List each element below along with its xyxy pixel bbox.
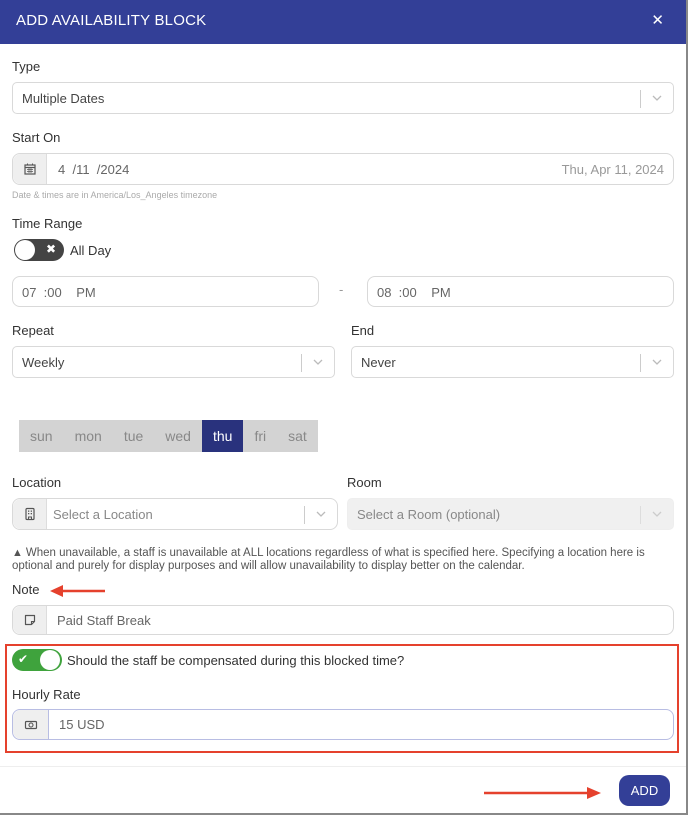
- note-icon: [13, 606, 47, 634]
- type-value: Multiple Dates: [22, 91, 105, 106]
- day-fri[interactable]: fri: [243, 420, 277, 452]
- day-sat[interactable]: sat: [277, 420, 318, 452]
- money-icon: [13, 710, 49, 739]
- select-separator: [640, 354, 641, 372]
- location-placeholder: Select a Location: [53, 507, 153, 522]
- compensated-label: Should the staff be compensated during t…: [67, 653, 405, 668]
- hourly-rate-input[interactable]: 15 USD: [12, 709, 674, 740]
- note-label: Note: [12, 582, 40, 597]
- room-label: Room: [347, 475, 382, 490]
- modal-title: ADD AVAILABILITY BLOCK: [16, 12, 207, 29]
- end-label: End: [351, 323, 375, 338]
- room-select[interactable]: Select a Room (optional): [347, 498, 674, 530]
- time-separator: -: [339, 282, 344, 297]
- close-icon[interactable]: ✕: [651, 11, 664, 29]
- chevron-down-icon[interactable]: [650, 355, 664, 369]
- start-time-value: 07 :00 PM: [22, 285, 96, 300]
- annotation-arrow-add: [484, 787, 601, 799]
- start-on-label: Start On: [12, 130, 61, 145]
- warning-text: When unavailable, a staff is unavailable…: [12, 547, 645, 572]
- type-select[interactable]: Multiple Dates: [12, 82, 674, 114]
- select-separator: [304, 506, 305, 524]
- day-mon[interactable]: mon: [64, 420, 113, 452]
- start-date-value: 4 /11 /2024: [58, 162, 130, 177]
- chevron-down-icon[interactable]: [650, 507, 664, 521]
- start-date-formatted: Thu, Apr 11, 2024: [561, 162, 664, 177]
- location-label: Location: [12, 475, 62, 490]
- note-input[interactable]: Paid Staff Break: [12, 605, 674, 635]
- day-thu[interactable]: thu: [201, 420, 244, 452]
- select-separator: [640, 90, 641, 108]
- all-day-toggle[interactable]: ✖: [14, 239, 64, 261]
- annotation-arrow-note: [50, 585, 105, 597]
- chevron-down-icon[interactable]: [311, 355, 325, 369]
- start-time-input[interactable]: 07 :00 PM: [12, 276, 319, 307]
- modal-header: ADD AVAILABILITY BLOCK ✕: [0, 0, 686, 44]
- hourly-rate-value: 15 USD: [59, 717, 105, 732]
- location-warning: ▲ When unavailable, a staff is unavailabl…: [12, 547, 672, 573]
- end-value: Never: [361, 355, 396, 370]
- compensated-toggle[interactable]: ✔: [12, 649, 62, 671]
- toggle-knob: [40, 650, 60, 670]
- repeat-select[interactable]: Weekly: [12, 346, 335, 378]
- select-separator: [301, 354, 302, 372]
- time-range-label: Time Range: [12, 216, 83, 231]
- day-wed[interactable]: wed: [154, 420, 202, 452]
- note-value: Paid Staff Break: [57, 613, 151, 628]
- location-select[interactable]: Select a Location: [12, 498, 338, 530]
- check-icon: ✔: [18, 652, 29, 666]
- day-tue[interactable]: tue: [113, 420, 154, 452]
- all-day-label: All Day: [70, 243, 112, 258]
- select-separator: [640, 506, 641, 524]
- day-sun[interactable]: sun: [19, 420, 64, 452]
- repeat-label: Repeat: [12, 323, 54, 338]
- room-placeholder: Select a Room (optional): [357, 507, 501, 522]
- end-time-input[interactable]: 08 :00 PM: [367, 276, 674, 307]
- weekday-selector: sun mon tue wed thu fri sat: [19, 420, 318, 452]
- building-icon: [13, 499, 47, 529]
- end-select[interactable]: Never: [351, 346, 674, 378]
- chevron-down-icon[interactable]: [650, 91, 664, 105]
- hourly-rate-label: Hourly Rate: [12, 687, 81, 702]
- footer-divider: [0, 766, 686, 767]
- add-availability-modal: ADD AVAILABILITY BLOCK ✕ Type Multiple D…: [0, 0, 688, 815]
- repeat-value: Weekly: [22, 355, 65, 370]
- timezone-note: Date & times are in America/Los_Angeles …: [12, 190, 218, 200]
- type-label: Type: [12, 59, 41, 74]
- start-date-input[interactable]: 4 /11 /2024 Thu, Apr 11, 2024: [12, 153, 674, 185]
- add-button[interactable]: ADD: [619, 775, 670, 806]
- toggle-knob: [15, 240, 35, 260]
- warning-icon: ▲: [12, 547, 23, 559]
- end-time-value: 08 :00 PM: [377, 285, 451, 300]
- calendar-icon: [13, 154, 47, 184]
- chevron-down-icon[interactable]: [314, 507, 328, 521]
- x-icon: ✖: [46, 242, 57, 256]
